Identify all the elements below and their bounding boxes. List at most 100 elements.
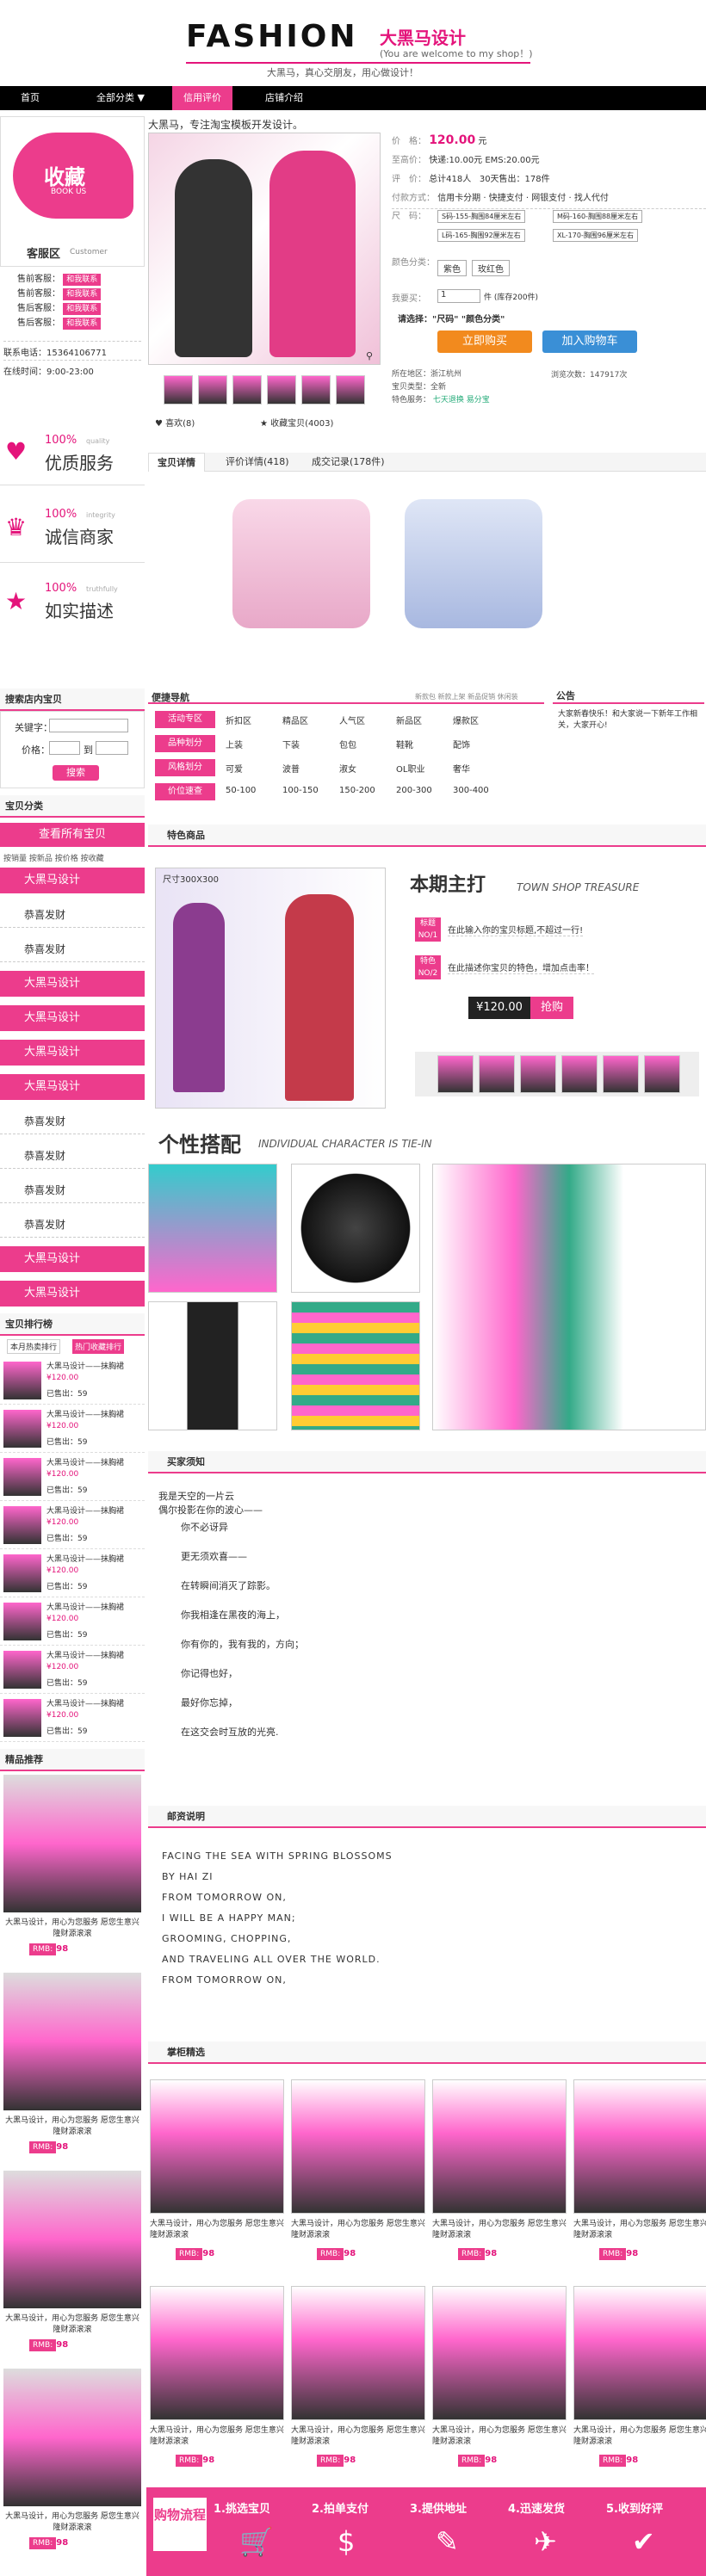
quick-nav-link[interactable]: 淑女 [339, 762, 356, 775]
pick-item[interactable]: 大黑马设计，用心为您服务 愿您生意兴隆财源滚滚 RMB: 98 [150, 2079, 284, 2277]
add-to-cart-button[interactable]: 加入购物车 [542, 330, 637, 353]
rec-image[interactable] [3, 2171, 141, 2308]
pick-item[interactable]: 大黑马设计，用心为您服务 愿您生意兴隆财源滚滚 RMB: 98 [573, 2079, 706, 2277]
rec-item[interactable]: 大黑马设计，用心为您服务 愿您生意兴隆财源滚滚 RMB: 98 [0, 2171, 145, 2365]
rank-thumb[interactable] [3, 1458, 41, 1496]
rank-item[interactable]: 大黑马设计——抹胸裙 ¥120.00 已售出：59 [0, 1503, 145, 1549]
like-button[interactable]: ♥ 喜欢(8) [155, 416, 195, 429]
rec-item[interactable]: 大黑马设计，用心为您服务 愿您生意兴隆财源滚滚 RMB: 98 [0, 1775, 145, 1969]
nav-all-categories[interactable]: 全部分类 ▼ [77, 86, 164, 110]
quick-nav-link[interactable]: 鞋靴 [396, 738, 413, 751]
feature-thumb[interactable] [479, 1055, 515, 1093]
feature-buy-button[interactable]: 抢购 [530, 997, 573, 1019]
rank-thumb[interactable] [3, 1699, 41, 1737]
feature-thumb[interactable] [644, 1055, 680, 1093]
product-thumb[interactable] [301, 375, 331, 405]
rank-item[interactable]: 大黑马设计——抹胸裙 ¥120.00 已售出：59 [0, 1696, 145, 1742]
tab-detail[interactable]: 宝贝详情 [148, 453, 205, 472]
quick-nav-link[interactable]: OL职业 [396, 762, 424, 775]
price-max-input[interactable] [96, 741, 128, 755]
rank-thumb[interactable] [3, 1603, 41, 1640]
style-item-boots[interactable] [291, 1164, 420, 1293]
pick-item[interactable]: 大黑马设计，用心为您服务 愿您生意兴隆财源滚滚 RMB: 98 [291, 2286, 425, 2484]
rec-item[interactable]: 大黑马设计，用心为您服务 愿您生意兴隆财源滚滚 RMB: 98 [0, 1973, 145, 2167]
feature-thumb[interactable] [520, 1055, 556, 1093]
rec-image[interactable] [3, 1973, 141, 2110]
style-model-image[interactable] [432, 1164, 706, 1430]
buy-now-button[interactable]: 立即购买 [437, 330, 532, 353]
rec-image[interactable] [3, 2369, 141, 2506]
rank-item[interactable]: 大黑马设计——抹胸裙 ¥120.00 已售出：59 [0, 1455, 145, 1501]
category-item[interactable]: 恭喜发财 [0, 1212, 145, 1238]
quick-nav-link[interactable]: 爆款区 [453, 713, 479, 726]
rec-item[interactable]: 大黑马设计，用心为您服务 愿您生意兴隆财源滚滚 RMB: 98 [0, 2369, 145, 2563]
search-button[interactable]: 搜索 [53, 765, 99, 781]
size-option[interactable]: L码-165-胸围92厘米左右 [437, 229, 525, 242]
favorite-title[interactable]: 收藏 [44, 160, 85, 190]
product-thumb[interactable] [198, 375, 227, 405]
rank-thumb[interactable] [3, 1554, 41, 1592]
category-item[interactable]: 大黑马设计 [0, 1281, 145, 1307]
nav-shop-intro[interactable]: 店铺介绍 [250, 86, 319, 110]
quick-nav-link[interactable]: 人气区 [339, 713, 365, 726]
category-item[interactable]: 恭喜发财 [0, 936, 145, 962]
product-thumb[interactable] [164, 375, 193, 405]
pick-image[interactable] [573, 2079, 706, 2214]
product-thumb[interactable] [336, 375, 365, 405]
quick-nav-link[interactable]: 下装 [282, 738, 300, 751]
quick-nav-link[interactable]: 奢华 [453, 762, 470, 775]
keyword-input[interactable] [49, 719, 128, 732]
style-item-pants[interactable] [148, 1301, 277, 1430]
quick-nav-link[interactable]: 200-300 [396, 786, 432, 795]
category-item[interactable]: 大黑马设计 [0, 1040, 145, 1066]
pick-image[interactable] [573, 2286, 706, 2420]
category-item[interactable]: 恭喜发财 [0, 902, 145, 928]
tab-records[interactable]: 成交记录(178件) [303, 453, 393, 472]
category-item[interactable]: 大黑马设计 [0, 1246, 145, 1272]
feature-thumb[interactable] [561, 1055, 598, 1093]
style-item-sweater[interactable] [291, 1301, 420, 1430]
tab-reviews[interactable]: 评价详情(418) [217, 453, 298, 472]
color-option[interactable]: 玫红色 [472, 260, 510, 276]
zoom-icon[interactable]: ⚲ [366, 350, 373, 361]
category-item[interactable]: 大黑马设计 [0, 1005, 145, 1031]
nav-home[interactable]: 首页 [0, 86, 60, 110]
size-option[interactable]: XL-170-胸围96厘米左右 [553, 229, 639, 242]
quick-nav-link[interactable]: 新品区 [396, 713, 422, 726]
contact-button[interactable]: 和我联系 [63, 303, 102, 315]
quick-nav-link[interactable]: 50-100 [226, 786, 256, 795]
category-item[interactable]: 恭喜发财 [0, 1109, 145, 1134]
quick-nav-link[interactable]: 波普 [282, 762, 300, 775]
feature-thumb[interactable] [603, 1055, 639, 1093]
size-option[interactable]: S码-155-胸围84厘米左右 [437, 210, 526, 223]
fav-product-button[interactable]: ★ 收藏宝贝(4003) [260, 416, 333, 429]
color-option[interactable]: 紫色 [437, 260, 467, 276]
quick-nav-link[interactable]: 150-200 [339, 786, 375, 795]
pick-item[interactable]: 大黑马设计，用心为您服务 愿您生意兴隆财源滚滚 RMB: 98 [150, 2286, 284, 2484]
rank-thumb[interactable] [3, 1506, 41, 1544]
category-item[interactable]: 大黑马设计 [0, 1074, 145, 1100]
contact-button[interactable]: 和我联系 [63, 318, 102, 330]
nav-credit[interactable]: 信用评价 [172, 86, 232, 110]
rank-tab-fav[interactable]: 热门收藏排行 [72, 1339, 125, 1354]
pick-image[interactable] [432, 2286, 567, 2420]
category-item[interactable]: 恭喜发财 [0, 1143, 145, 1169]
rank-item[interactable]: 大黑马设计——抹胸裙 ¥120.00 已售出：59 [0, 1599, 145, 1646]
rec-image[interactable] [3, 1775, 141, 1912]
pick-image[interactable] [291, 2079, 425, 2214]
quick-nav-link[interactable]: 100-150 [282, 786, 319, 795]
pick-image[interactable] [291, 2286, 425, 2420]
quick-nav-link[interactable]: 可爱 [226, 762, 243, 775]
category-item[interactable]: 恭喜发财 [0, 1177, 145, 1203]
rank-item[interactable]: 大黑马设计——抹胸裙 ¥120.00 已售出：59 [0, 1551, 145, 1597]
price-min-input[interactable] [49, 741, 80, 755]
rank-tab-month[interactable]: 本月热卖排行 [7, 1339, 61, 1354]
pick-image[interactable] [150, 2079, 284, 2214]
pick-item[interactable]: 大黑马设计，用心为您服务 愿您生意兴隆财源滚滚 RMB: 98 [291, 2079, 425, 2277]
quick-nav-link[interactable]: 精品区 [282, 713, 308, 726]
contact-button[interactable]: 和我联系 [63, 274, 102, 286]
pick-item[interactable]: 大黑马设计，用心为您服务 愿您生意兴隆财源滚滚 RMB: 98 [432, 2079, 567, 2277]
quick-nav-link[interactable]: 包包 [339, 738, 356, 751]
pick-item[interactable]: 大黑马设计，用心为您服务 愿您生意兴隆财源滚滚 RMB: 98 [432, 2286, 567, 2484]
product-thumb[interactable] [267, 375, 296, 405]
